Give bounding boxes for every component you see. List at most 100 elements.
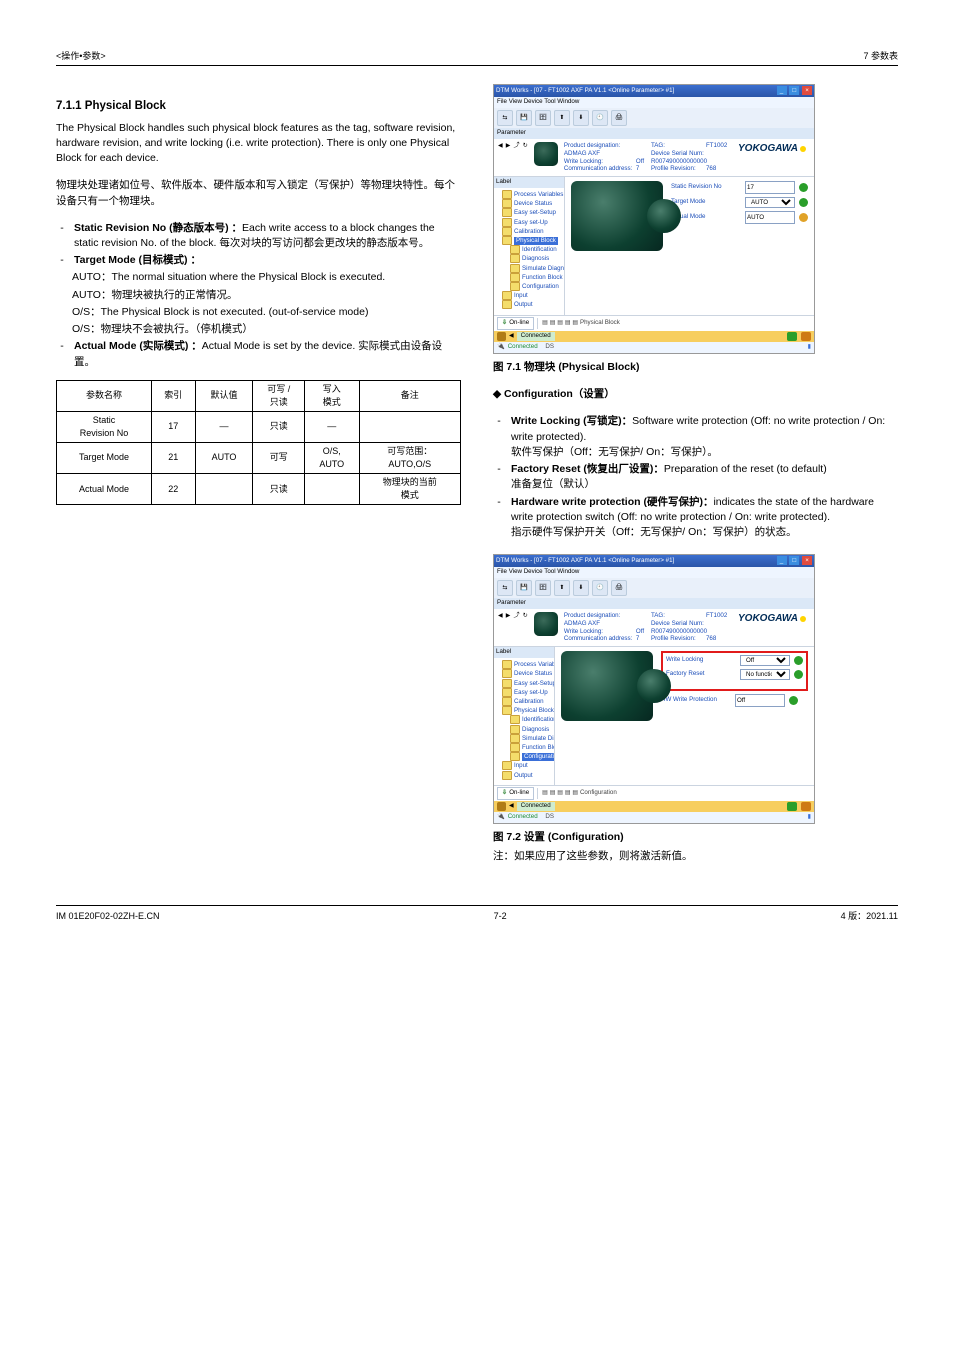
maximize-icon[interactable]: □ xyxy=(789,556,799,565)
status-strip: ◀Connected xyxy=(494,801,814,812)
close-icon[interactable]: × xyxy=(802,556,812,565)
minimize-icon[interactable]: _ xyxy=(777,86,787,95)
folder-icon xyxy=(510,245,520,254)
tool-db-icon[interactable]: 🗄 xyxy=(535,110,551,126)
status-db-icon xyxy=(801,802,811,811)
device-thumb-icon xyxy=(534,142,558,166)
tool-up-icon[interactable]: ⬆ xyxy=(554,110,570,126)
toolbar: ⇆ 💾 🗄 ⬆ ⬇ 🕘 🖨 xyxy=(494,578,814,598)
connected-plug-icon: 🔌 xyxy=(497,813,505,822)
status-refresh-icon xyxy=(799,213,808,222)
nav-refresh-icon[interactable]: ↻ xyxy=(523,142,528,151)
nav-tree[interactable]: Label Process Variables Device Status Ea… xyxy=(494,177,565,315)
menu-bar[interactable]: File View Device Tool Window xyxy=(494,567,814,578)
tool-up-icon[interactable]: ⬆ xyxy=(554,580,570,596)
params-table: 参数名称 索引 默认值 可写 / 只读 写入 模式 备注 Static Revi… xyxy=(56,380,461,505)
window-titlebar: DTM Works - [07 - FT1002 AXF PA V1.1 <On… xyxy=(494,555,814,567)
online-button[interactable]: ⇩On-line xyxy=(497,787,534,800)
menu-bar[interactable]: File View Device Tool Window xyxy=(494,97,814,108)
hw-write-input[interactable] xyxy=(735,694,785,707)
screenshot-configuration: DTM Works - [07 - FT1002 AXF PA V1.1 <On… xyxy=(493,554,815,824)
section-title-711: 7.1.1 Physical Block xyxy=(56,98,461,115)
window-title: DTM Works - [07 - FT1002 AXF PA V1.1 <On… xyxy=(496,557,674,566)
folder-icon xyxy=(502,236,512,245)
nav-up-icon[interactable]: ⤴ xyxy=(514,142,520,151)
maximize-icon[interactable]: □ xyxy=(789,86,799,95)
tool-clock-icon[interactable]: 🕘 xyxy=(592,580,608,596)
tool-print-icon[interactable]: 🖨 xyxy=(611,110,627,126)
bottom-bar: ⇩On-line ▤ ▤ ▤ ▤ ▤ Physical Block xyxy=(494,315,814,331)
row-actual-mode: Actual Mode xyxy=(671,211,808,224)
folder-icon xyxy=(502,679,512,688)
tool-connect-icon[interactable]: ⇆ xyxy=(497,580,513,596)
folder-icon xyxy=(510,725,520,734)
cfg-bullet-factoryreset: -Factory Reset (恢复出厂设置)：Preparation of t… xyxy=(493,462,898,492)
folder-icon xyxy=(502,190,512,199)
bullet-dot-icon: - xyxy=(56,339,68,369)
status-strip: ◀Connected xyxy=(494,331,814,342)
folder-icon xyxy=(502,688,512,697)
nav-back-icon[interactable]: ◀ xyxy=(498,612,503,621)
screenshot-physical-block: DTM Works - [07 - FT1002 AXF PA V1.1 <On… xyxy=(493,84,815,354)
nav-refresh-icon[interactable]: ↻ xyxy=(523,612,528,621)
device-image xyxy=(561,651,653,721)
status-ok-icon xyxy=(799,198,808,207)
body-columns: 7.1.1 Physical Block The Physical Block … xyxy=(56,84,898,876)
header-rule xyxy=(56,65,898,66)
tool-db-icon[interactable]: 🗄 xyxy=(535,580,551,596)
mid-body: Label Process Variables Device Status Ea… xyxy=(494,647,814,785)
window-title: DTM Works - [07 - FT1002 AXF PA V1.1 <On… xyxy=(496,87,674,96)
page-footer: IM 01E20F02-02ZH-E.CN 7-2 4 版：2021.11 xyxy=(56,910,898,923)
factory-reset-select[interactable]: No function xyxy=(740,669,790,680)
cfg-bullet-hwwrite: -Hardware write protection (硬件写保护)：indic… xyxy=(493,495,898,541)
status-ok-icon xyxy=(799,183,808,192)
param-rows: Write Locking Off Factory Reset No funct… xyxy=(661,651,808,781)
tool-connect-icon[interactable]: ⇆ xyxy=(497,110,513,126)
table-row: Static Revision No 17 ― 只读 ― xyxy=(57,411,461,442)
status-ok-icon xyxy=(794,670,803,679)
info-kv-left: Product designation:ADMAG AXF Write Lock… xyxy=(564,142,645,173)
footer-center: 7-2 xyxy=(494,910,507,923)
close-icon[interactable]: × xyxy=(802,86,812,95)
bullet-target-mode: - Target Mode (目标模式) ： xyxy=(56,253,461,268)
online-arrow-icon: ⇩ xyxy=(502,319,507,328)
status-warn-icon xyxy=(497,802,506,811)
mid-body: Label Process Variables Device Status Ea… xyxy=(494,177,814,315)
tool-down-icon[interactable]: ⬇ xyxy=(573,110,589,126)
bullet-static-rev: - Static Revision No (静态版本号) ：Each write… xyxy=(56,221,461,251)
tool-down-icon[interactable]: ⬇ xyxy=(573,580,589,596)
tool-disk-icon[interactable]: 💾 xyxy=(516,110,532,126)
actual-mode-input[interactable] xyxy=(745,211,795,224)
tab-strip: ▤ ▤ ▤ ▤ ▤ Physical Block xyxy=(537,318,814,329)
nav-up-icon[interactable]: ⤴ xyxy=(514,612,520,621)
status-ok-icon xyxy=(794,656,803,665)
tool-clock-icon[interactable]: 🕘 xyxy=(592,110,608,126)
minimize-icon[interactable]: _ xyxy=(777,556,787,565)
online-button[interactable]: ⇩On-line xyxy=(497,317,534,330)
write-locking-select[interactable]: Off xyxy=(740,655,790,666)
nav-tree[interactable]: Label Process Variables Device Status Ea… xyxy=(494,647,555,785)
status-ok-icon xyxy=(789,696,798,705)
folder-icon xyxy=(502,761,512,770)
figure-note: 注：如果应用了这些参数，则将激活新值。 xyxy=(493,849,898,864)
row-hw-write-protection: HW Write Protection xyxy=(661,694,808,707)
table-row: Actual Mode 22 只读 物理块的当前 模式 xyxy=(57,474,461,505)
tool-print-icon[interactable]: 🖨 xyxy=(611,580,627,596)
folder-icon xyxy=(502,291,512,300)
folder-icon xyxy=(502,706,512,715)
nav-fwd-icon[interactable]: ▶ xyxy=(506,142,511,151)
figure-7-2-caption: 图 7.2 设置 (Configuration) xyxy=(493,830,898,845)
table-row: Target Mode 21 AUTO 可写 O/S, AUTO 可写范围： A… xyxy=(57,442,461,473)
footer-right: 4 版：2021.11 xyxy=(841,910,898,923)
tool-disk-icon[interactable]: 💾 xyxy=(516,580,532,596)
parameter-label: Parameter xyxy=(494,598,814,609)
nav-fwd-icon[interactable]: ▶ xyxy=(506,612,511,621)
target-mode-select[interactable]: AUTO xyxy=(745,197,795,208)
nav-back-icon[interactable]: ◀ xyxy=(498,142,503,151)
static-rev-input[interactable] xyxy=(745,181,795,194)
th-wmode: 写入 模式 xyxy=(305,380,359,411)
info-kv-right: TAG:FT1002 Device Serial Num:R0074900000… xyxy=(651,142,732,173)
param-rows: Static Revision No Target Mode AUTO Actu… xyxy=(671,181,808,311)
folder-icon xyxy=(502,208,512,217)
th-default: 默认值 xyxy=(195,380,253,411)
